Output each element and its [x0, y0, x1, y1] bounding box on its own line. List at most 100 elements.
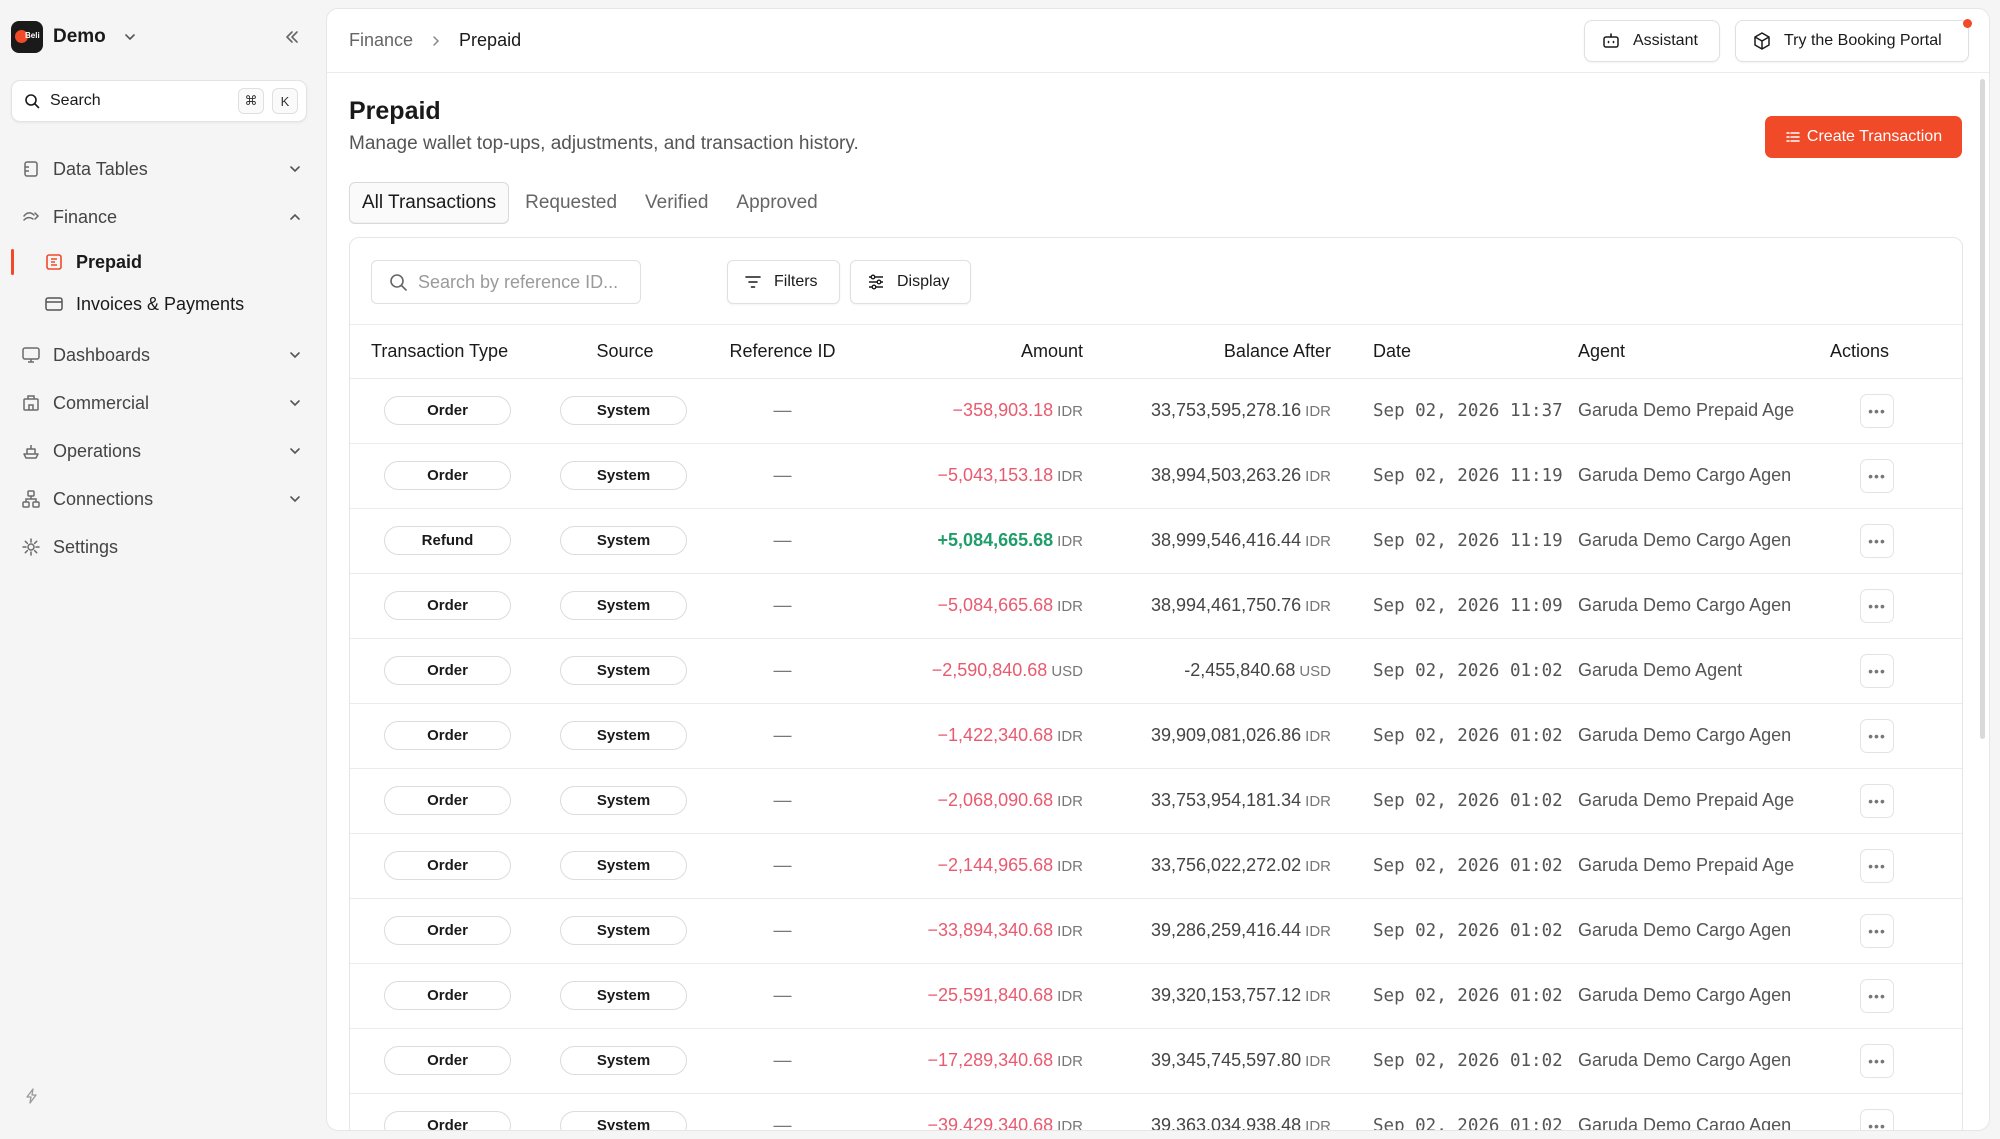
tab-requested[interactable]: Requested — [513, 182, 629, 224]
sidebar-item-connections[interactable]: Connections — [11, 475, 311, 523]
table-header-row: Transaction Type Source Reference ID Amo… — [350, 325, 1962, 379]
table-row[interactable]: Order System — −5,084,665.68 IDR 38,994,4… — [350, 573, 1962, 639]
sidebar-search[interactable]: Search ⌘ K — [11, 80, 307, 122]
cell-date: Sep 02, 2026 01:02 — [1331, 833, 1578, 899]
cell-amount: −2,590,840.68 USD — [861, 638, 1083, 704]
cell-reference-id: — — [704, 898, 861, 964]
sidebar-item-data-tables[interactable]: Data Tables — [11, 145, 311, 193]
table-row[interactable]: Order System — −25,591,840.68 IDR 39,320,… — [350, 963, 1962, 1029]
balance-value: 33,753,595,278.16 — [1151, 400, 1302, 420]
sidebar-item-operations[interactable]: Operations — [11, 427, 311, 475]
cell-actions: ••• — [1830, 443, 1962, 509]
reference-search-input[interactable]: Search by reference ID... — [371, 260, 641, 304]
cell-actions: ••• — [1830, 378, 1962, 444]
amount-currency: IDR — [1057, 923, 1083, 940]
cell-date: Sep 02, 2026 11:19 — [1331, 508, 1578, 574]
row-actions-button[interactable]: ••• — [1860, 1043, 1894, 1078]
display-button[interactable]: Display — [850, 260, 971, 304]
type-badge: Order — [384, 786, 511, 815]
table-row[interactable]: Order System — −2,144,965.68 IDR 33,756,0… — [350, 833, 1962, 899]
workspace-switcher[interactable]: Beli Demo — [11, 21, 138, 53]
cell-amount: −33,894,340.68 IDR — [861, 898, 1083, 964]
booking-portal-button[interactable]: Try the Booking Portal — [1735, 20, 1969, 62]
filters-button[interactable]: Filters — [727, 260, 840, 304]
breadcrumb-finance[interactable]: Finance — [349, 30, 413, 51]
gear-icon — [22, 538, 40, 556]
table-body: Order System — −358,903.18 IDR 33,753,595… — [350, 378, 1962, 1130]
tab-approved[interactable]: Approved — [724, 182, 829, 224]
cell-source: System — [546, 508, 704, 574]
cell-amount: −358,903.18 IDR — [861, 378, 1083, 444]
amount-currency: IDR — [1057, 533, 1083, 550]
assistant-label: Assistant — [1633, 32, 1698, 49]
table-row[interactable]: Order System — −2,590,840.68 USD -2,455,8… — [350, 638, 1962, 704]
col-source[interactable]: Source — [546, 325, 704, 379]
cell-actions: ••• — [1830, 768, 1962, 834]
row-actions-button[interactable]: ••• — [1860, 653, 1894, 688]
row-actions-button[interactable]: ••• — [1860, 1108, 1894, 1130]
table-row[interactable]: Order System — −33,894,340.68 IDR 39,286,… — [350, 898, 1962, 964]
table-row[interactable]: Order System — −1,422,340.68 IDR 39,909,0… — [350, 703, 1962, 769]
search-label: Search — [50, 92, 101, 109]
cell-reference-id: — — [704, 638, 861, 704]
create-transaction-label: Create Transaction — [1806, 128, 1943, 145]
col-transaction-type[interactable]: Transaction Type — [350, 325, 546, 379]
col-date[interactable]: Date — [1331, 325, 1578, 379]
cell-reference-id: — — [704, 833, 861, 899]
sidebar-item-commercial[interactable]: Commercial — [11, 379, 311, 427]
table-row[interactable]: Refund System — +5,084,665.68 IDR 38,999,… — [350, 508, 1962, 574]
row-actions-button[interactable]: ••• — [1860, 588, 1894, 623]
type-badge: Order — [384, 721, 511, 750]
row-actions-button[interactable]: ••• — [1860, 913, 1894, 948]
row-actions-button[interactable]: ••• — [1860, 848, 1894, 883]
table-row[interactable]: Order System — −5,043,153.18 IDR 38,994,5… — [350, 443, 1962, 509]
kbd-cmd: ⌘ — [238, 88, 264, 114]
table-row[interactable]: Order System — −39,429,340.68 IDR 39,363,… — [350, 1093, 1962, 1130]
sidebar-item-invoices[interactable]: Invoices & Payments — [11, 283, 311, 325]
chevron-down-icon — [290, 400, 300, 407]
cell-amount: −39,429,340.68 IDR — [861, 1093, 1083, 1130]
sidebar-item-finance[interactable]: Finance — [11, 193, 311, 241]
amount-currency: IDR — [1057, 1053, 1083, 1070]
row-actions-button[interactable]: ••• — [1860, 718, 1894, 753]
col-reference-id[interactable]: Reference ID — [704, 325, 861, 379]
cell-reference-id: — — [704, 768, 861, 834]
balance-currency: IDR — [1305, 1053, 1331, 1070]
bolt-icon[interactable] — [24, 1088, 40, 1104]
type-badge: Order — [384, 916, 511, 945]
collapse-sidebar-icon[interactable] — [282, 27, 302, 47]
col-amount[interactable]: Amount — [861, 325, 1083, 379]
amount-value: −17,289,340.68 — [927, 1050, 1054, 1070]
sidebar-item-dashboards[interactable]: Dashboards — [11, 331, 311, 379]
main-panel: Finance Prepaid Assistant Try the Bookin… — [326, 8, 1990, 1131]
tab-all-transactions[interactable]: All Transactions — [349, 182, 510, 224]
cell-agent: Garuda Demo Cargo Agen — [1578, 443, 1830, 509]
cell-reference-id: — — [704, 1093, 861, 1130]
col-agent[interactable]: Agent — [1578, 325, 1830, 379]
create-transaction-button[interactable]: Create Transaction — [1765, 116, 1962, 158]
tab-verified[interactable]: Verified — [633, 182, 720, 224]
cell-actions: ••• — [1830, 833, 1962, 899]
row-actions-button[interactable]: ••• — [1860, 783, 1894, 818]
cell-date: Sep 02, 2026 01:02 — [1331, 638, 1578, 704]
type-badge: Order — [384, 851, 511, 880]
cell-amount: −25,591,840.68 IDR — [861, 963, 1083, 1029]
database-icon — [24, 161, 38, 177]
table-row[interactable]: Order System — −17,289,340.68 IDR 39,345,… — [350, 1028, 1962, 1094]
table-row[interactable]: Order System — −2,068,090.68 IDR 33,753,9… — [350, 768, 1962, 834]
row-actions-button[interactable]: ••• — [1860, 458, 1894, 493]
sidebar-item-prepaid[interactable]: Prepaid — [11, 241, 311, 283]
col-balance-after[interactable]: Balance After — [1083, 325, 1331, 379]
assistant-button[interactable]: Assistant — [1584, 20, 1720, 62]
balance-currency: IDR — [1305, 598, 1331, 615]
row-actions-button[interactable]: ••• — [1860, 523, 1894, 558]
row-actions-button[interactable]: ••• — [1860, 393, 1894, 428]
table-row[interactable]: Order System — −358,903.18 IDR 33,753,595… — [350, 378, 1962, 444]
cell-actions: ••• — [1830, 508, 1962, 574]
amount-currency: IDR — [1057, 598, 1083, 615]
sliders-icon — [869, 274, 883, 290]
page-scrollbar[interactable] — [1980, 79, 1985, 739]
cell-reference-id: — — [704, 1028, 861, 1094]
row-actions-button[interactable]: ••• — [1860, 978, 1894, 1013]
sidebar-item-settings[interactable]: Settings — [11, 523, 311, 571]
